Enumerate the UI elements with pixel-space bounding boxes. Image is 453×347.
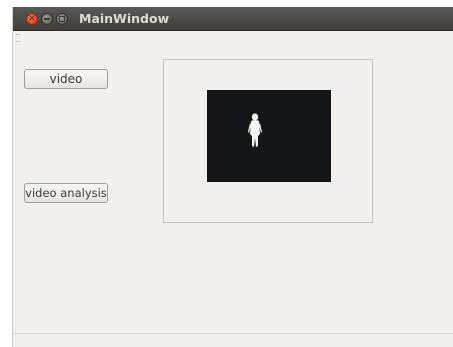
minimize-button[interactable] (41, 13, 53, 25)
close-icon: × (27, 13, 37, 24)
close-button[interactable]: × (26, 13, 38, 25)
video-button[interactable]: video (24, 69, 108, 89)
main-window: × MainWindow video video analysis (12, 7, 453, 347)
video-frame (163, 59, 373, 223)
video-display (207, 90, 331, 182)
window-title: MainWindow (79, 11, 170, 26)
person-silhouette-icon (248, 113, 262, 147)
maximize-icon (59, 16, 65, 22)
maximize-button[interactable] (56, 13, 68, 25)
status-bar (13, 333, 453, 347)
title-bar[interactable]: × MainWindow (13, 7, 453, 31)
menu-grip-icon[interactable] (16, 34, 20, 42)
video-analysis-button[interactable]: video analysis (24, 183, 108, 203)
minimize-icon (44, 18, 50, 20)
